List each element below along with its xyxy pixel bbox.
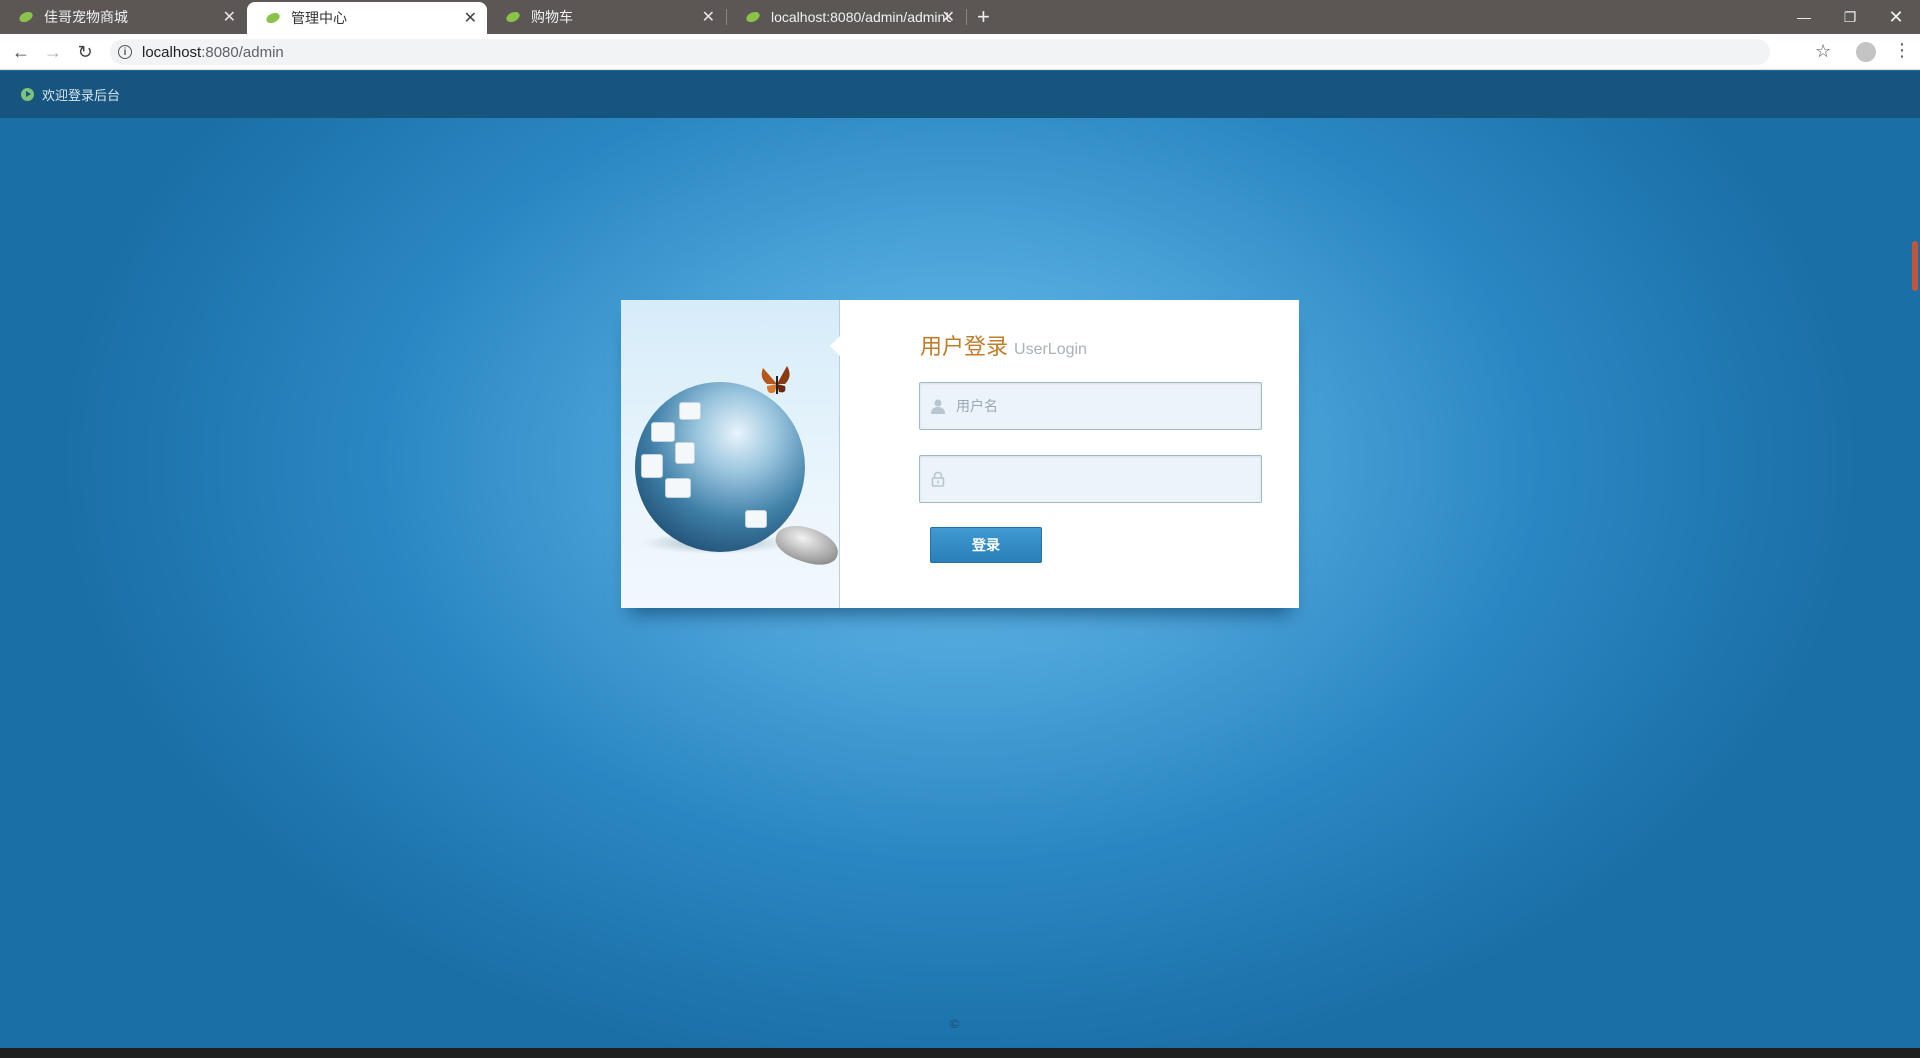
tab-shopping-cart[interactable]: 购物车 ✕ bbox=[487, 0, 725, 34]
spring-leaf-icon bbox=[19, 11, 33, 23]
tab-title: 管理中心 bbox=[291, 10, 347, 26]
copyright-text: © bbox=[950, 1017, 959, 1031]
lock-icon bbox=[920, 471, 956, 487]
tab-pet-mall[interactable]: 佳哥宠物商城 ✕ bbox=[0, 0, 246, 34]
tab-close-icon[interactable]: ✕ bbox=[223, 7, 236, 27]
reload-icon[interactable]: ↻ bbox=[73, 40, 97, 64]
user-icon bbox=[920, 398, 956, 414]
tab-separator bbox=[966, 9, 967, 25]
restore-icon[interactable]: ❐ bbox=[1827, 0, 1873, 34]
window-close-icon[interactable]: ✕ bbox=[1873, 0, 1919, 34]
profile-avatar-icon[interactable] bbox=[1856, 42, 1876, 62]
login-panel: 用户登录 UserLogin 登录 bbox=[621, 300, 1299, 608]
login-heading: 用户登录 UserLogin bbox=[920, 329, 1087, 361]
spring-leaf-icon bbox=[506, 11, 520, 23]
login-subtitle: UserLogin bbox=[1014, 341, 1087, 358]
tab-admin-user[interactable]: localhost:8080/admin/adminU ✕ bbox=[727, 0, 965, 34]
tab-title: 佳哥宠物商城 bbox=[44, 9, 128, 25]
new-tab-icon[interactable]: + bbox=[977, 4, 990, 30]
play-circle-icon bbox=[21, 88, 34, 101]
forward-icon[interactable]: → bbox=[41, 40, 65, 64]
bookmark-star-icon[interactable]: ☆ bbox=[1815, 41, 1831, 62]
butterfly-image bbox=[761, 366, 790, 394]
header-strip: 欢迎登录后台 bbox=[0, 71, 1920, 118]
username-field[interactable] bbox=[919, 382, 1262, 430]
url-field[interactable]: i localhost:8080/admin bbox=[110, 39, 1770, 65]
login-form: 用户登录 UserLogin 登录 bbox=[841, 300, 1299, 608]
username-input[interactable] bbox=[956, 386, 1246, 426]
login-page: 欢迎登录后台 用户登录 UserLogin 用户名 登录 © bbox=[0, 71, 1920, 1048]
url-host: localhost bbox=[142, 43, 202, 61]
scrollbar-thumb[interactable] bbox=[1912, 241, 1918, 291]
puzzle-globe-image bbox=[635, 382, 805, 552]
tab-admin-center[interactable]: 管理中心 ✕ bbox=[247, 2, 487, 34]
panel-pointer bbox=[830, 336, 840, 356]
site-info-icon[interactable]: i bbox=[118, 45, 132, 59]
os-taskbar bbox=[0, 1048, 1920, 1058]
browser-menu-icon[interactable]: ⋮ bbox=[1893, 40, 1911, 61]
login-illustration-panel bbox=[621, 300, 843, 608]
login-title: 用户登录 bbox=[920, 334, 1009, 359]
spring-leaf-icon bbox=[266, 12, 280, 24]
url-path: :8080/admin bbox=[201, 43, 284, 61]
password-input[interactable] bbox=[956, 459, 1246, 499]
tab-close-icon[interactable]: ✕ bbox=[942, 7, 955, 27]
spring-leaf-icon bbox=[746, 11, 760, 23]
browser-tab-strip: 佳哥宠物商城 ✕ 管理中心 ✕ 购物车 ✕ localhost:8080/adm… bbox=[0, 0, 1920, 34]
welcome-text: 欢迎登录后台 bbox=[42, 88, 121, 103]
computer-mouse-image bbox=[771, 518, 843, 572]
minimize-icon[interactable]: — bbox=[1781, 0, 1827, 34]
back-icon[interactable]: ← bbox=[9, 40, 33, 64]
password-field[interactable] bbox=[919, 455, 1262, 503]
address-bar: ← → ↻ i localhost:8080/admin ☆ ⋮ bbox=[0, 34, 1920, 70]
tab-title: localhost:8080/admin/adminU bbox=[771, 9, 951, 25]
login-button[interactable]: 登录 bbox=[930, 527, 1042, 563]
tab-close-icon[interactable]: ✕ bbox=[702, 7, 715, 27]
url-text: localhost:8080/admin bbox=[142, 44, 284, 61]
tab-close-icon[interactable]: ✕ bbox=[464, 8, 477, 28]
tab-title: 购物车 bbox=[531, 9, 573, 25]
